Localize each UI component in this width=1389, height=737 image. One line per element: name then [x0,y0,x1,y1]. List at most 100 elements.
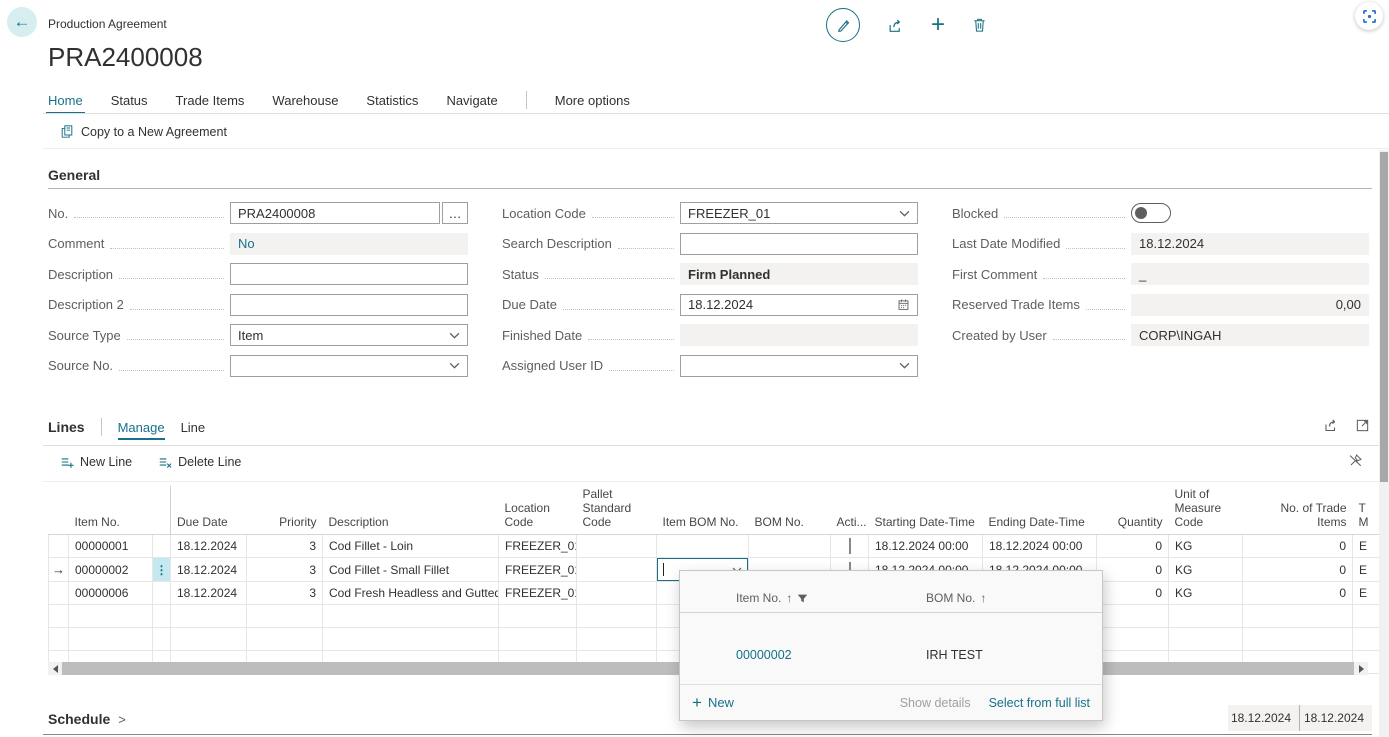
description-2-input[interactable] [230,294,468,316]
cell-bom-no[interactable] [749,535,831,558]
col-priority[interactable]: Priority [247,486,323,535]
cell-unit-of-measure-code[interactable]: KG [1169,582,1243,605]
popout-icon[interactable] [1355,417,1370,433]
lines-tab-line[interactable]: Line [181,420,206,435]
tab-warehouse[interactable]: Warehouse [272,93,338,108]
col-quantity[interactable]: Quantity [1097,486,1169,535]
col-due-date[interactable]: Due Date [171,486,247,535]
cell-priority[interactable]: 3 [247,582,323,605]
cell-due-date[interactable]: 18.12.2024 [171,582,247,605]
cell-starting-date-time[interactable]: 18.12.2024 00:00 [869,535,983,558]
tab-home[interactable]: Home [48,93,83,108]
cell-quantity[interactable]: 0 [1097,582,1169,605]
edit-button[interactable] [826,8,860,42]
tab-status[interactable]: Status [111,93,148,108]
scroll-left-arrow-icon[interactable] [48,665,62,673]
vertical-scrollbar-thumb[interactable] [1380,152,1388,482]
cell-no-of-trade-items[interactable]: 0 [1243,558,1353,582]
due-date-input[interactable]: 18.12.2024 [680,294,918,316]
copy-to-new-agreement-button[interactable]: Copy to a New Agreement [60,124,227,139]
cell-item-bom-no[interactable] [657,535,749,558]
cell-pallet-standard-code[interactable] [577,558,657,582]
description-input[interactable] [230,263,468,285]
cell-row-menu[interactable] [153,582,171,605]
cell-description[interactable]: Cod Fillet - Loin [323,535,499,558]
cell-row-menu[interactable] [153,535,171,558]
cell-priority[interactable]: 3 [247,535,323,558]
cell-description[interactable]: Cod Fresh Headless and Gutted [323,582,499,605]
table-row[interactable]: 00000001 18.12.2024 3 Cod Fillet - Loin … [49,535,1389,558]
general-heading[interactable]: General [48,167,100,183]
vertical-scrollbar[interactable] [1379,150,1389,737]
popup-col-item-no[interactable]: Item No. [736,591,781,605]
unpin-icon[interactable] [1348,453,1363,468]
cell-ending-date-time[interactable]: 18.12.2024 00:00 [983,535,1097,558]
popup-col-bom-no[interactable]: BOM No. [926,591,975,605]
cell-location-code[interactable]: FREEZER_01 [499,535,577,558]
no-input[interactable]: PRA2400008 [230,202,440,224]
cell-unit-of-measure-code[interactable]: KG [1169,535,1243,558]
cell-quantity[interactable]: 0 [1097,535,1169,558]
environment-button[interactable] [1355,2,1383,30]
row-selector[interactable] [49,535,69,558]
lines-tab-manage[interactable]: Manage [118,420,165,435]
cell-no-of-trade-items[interactable]: 0 [1243,535,1353,558]
tab-more-options[interactable]: More options [555,93,630,108]
col-bom-no[interactable]: BOM No. [749,486,831,535]
cell-priority[interactable]: 3 [247,558,323,582]
row-menu-button[interactable]: ⋮ [153,558,171,582]
col-pallet-standard-code[interactable]: Pallet Standard Code [577,486,657,535]
share-button[interactable] [887,17,904,34]
tab-trade-items[interactable]: Trade Items [176,93,245,108]
popup-item-no-link[interactable]: 00000002 [736,648,792,662]
cell-pallet-standard-code[interactable] [577,582,657,605]
source-no-select[interactable] [230,355,468,377]
new-line-button[interactable]: New Line [60,455,132,469]
row-selector[interactable]: → [49,558,69,582]
popup-new-button[interactable]: + New [692,694,734,711]
cell-item-no[interactable]: 00000006 [69,582,153,605]
cell-no-of-trade-items[interactable]: 0 [1243,582,1353,605]
row-selector[interactable] [49,582,69,605]
delete-button[interactable] [972,17,987,33]
cell-location-code[interactable]: FREEZER_01 [499,582,577,605]
search-description-input[interactable] [680,233,918,255]
cell-due-date[interactable]: 18.12.2024 [171,558,247,582]
cell-item-no[interactable]: 00000001 [69,535,153,558]
new-button[interactable]: + [931,13,945,37]
col-item-no[interactable]: Item No. [69,486,153,535]
tab-statistics[interactable]: Statistics [366,93,418,108]
back-button[interactable]: ← [7,7,37,37]
cell-item-no[interactable]: 00000002 [69,558,153,582]
cell-due-date[interactable]: 18.12.2024 [171,535,247,558]
cell-quantity[interactable]: 0 [1097,558,1169,582]
active-checkbox[interactable] [849,538,851,554]
no-lookup-button[interactable]: … [442,202,468,224]
location-code-select[interactable]: FREEZER_01 [680,202,918,224]
lines-heading[interactable]: Lines [48,419,85,435]
delete-line-button[interactable]: Delete Line [158,455,241,469]
col-item-bom-no[interactable]: Item BOM No. [657,486,749,535]
assigned-user-id-select[interactable] [680,355,918,377]
col-location-code[interactable]: Location Code [499,486,577,535]
col-starting-date-time[interactable]: Starting Date-Time [869,486,983,535]
popup-result-row[interactable]: 00000002 IRH TEST [680,613,1102,684]
share-part-icon[interactable] [1323,417,1339,433]
comment-value[interactable]: No [230,233,468,255]
col-no-of-trade-items[interactable]: No. of Trade Items [1243,486,1353,535]
cell-location-code[interactable]: FREEZER_01 [499,558,577,582]
source-type-select[interactable]: Item [230,324,468,346]
blocked-toggle[interactable] [1131,203,1171,223]
cell-unit-of-measure-code[interactable]: KG [1169,558,1243,582]
cell-description[interactable]: Cod Fillet - Small Fillet [323,558,499,582]
schedule-section-toggle[interactable]: Schedule > [48,711,126,727]
tab-navigate[interactable]: Navigate [446,93,497,108]
select-from-full-list-button[interactable]: Select from full list [989,696,1090,710]
cell-pallet-standard-code[interactable] [577,535,657,558]
col-unit-of-measure-code[interactable]: Unit of Measure Code [1169,486,1243,535]
scroll-right-arrow-icon[interactable] [1354,665,1368,673]
col-active[interactable]: Acti... [831,486,869,535]
calendar-icon[interactable] [897,298,910,311]
col-description[interactable]: Description [323,486,499,535]
col-ending-date-time[interactable]: Ending Date-Time [983,486,1097,535]
